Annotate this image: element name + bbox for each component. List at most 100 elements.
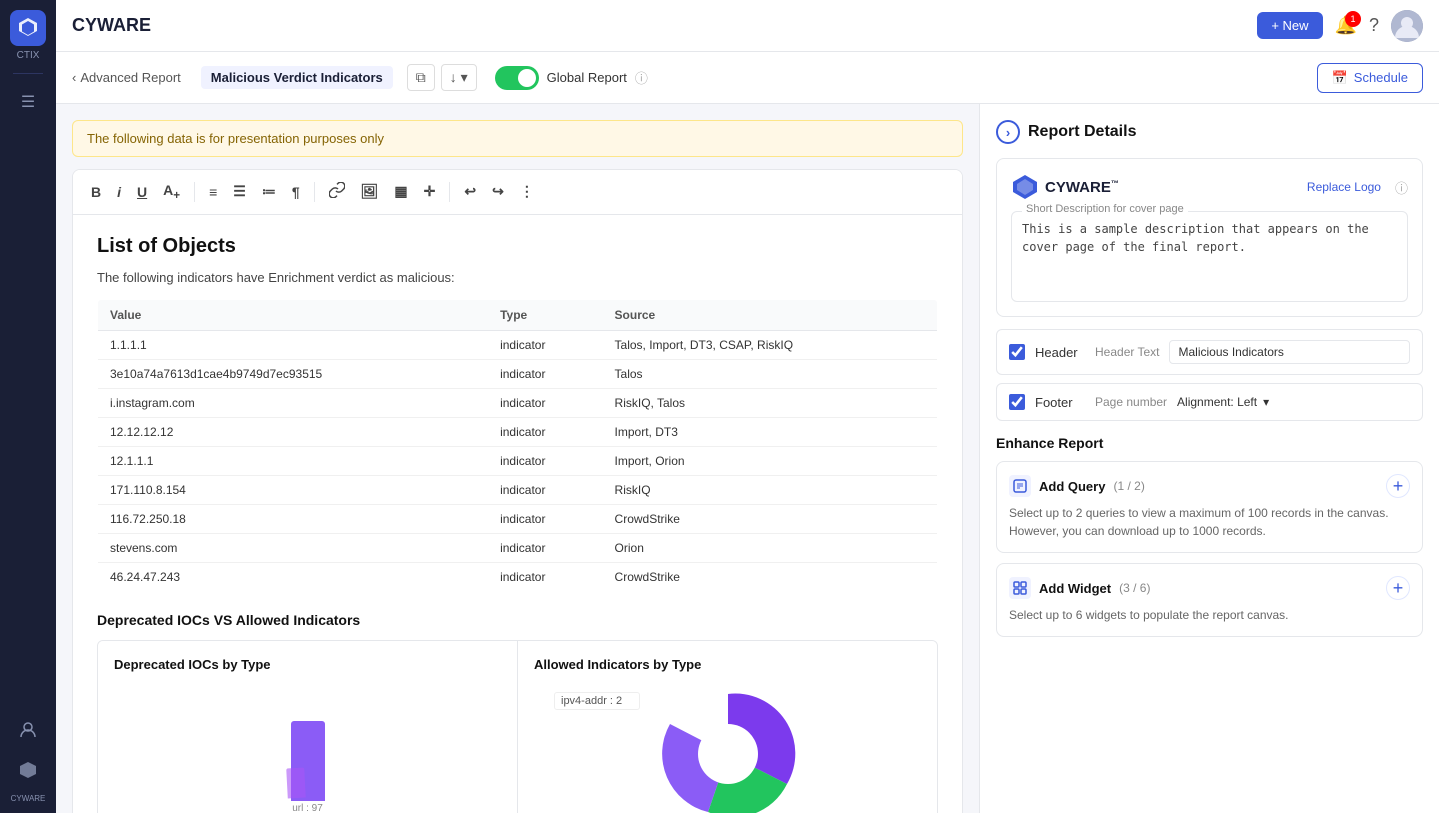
ctix-label: CTIX [17, 50, 40, 61]
add-query-title: Add Query (1 / 2) [1009, 475, 1145, 497]
editor-content: List of Objects The following indicators… [73, 215, 962, 813]
underline-button[interactable]: U [131, 180, 153, 204]
deprecated-chart-title: Deprecated IOCs by Type [114, 657, 501, 672]
canvas-area: The following data is for presentation p… [56, 104, 979, 813]
global-report-label: Global Report [547, 70, 627, 85]
enhance-title: Enhance Report [996, 435, 1423, 451]
description-field: Short Description for cover page [1011, 211, 1408, 302]
add-button[interactable]: ✛ [418, 179, 442, 204]
sidebar-cyware-label: CYWARE [11, 794, 46, 803]
table-row: i.instagram.comindicatorRiskIQ, Talos [98, 388, 938, 417]
desc-label: Short Description for cover page [1022, 203, 1188, 215]
notification-button[interactable]: 🔔 1 [1335, 15, 1357, 36]
info-icon[interactable]: ⓘ [635, 68, 648, 87]
table-row: 46.24.47.243indicatorCrowdStrike [98, 562, 938, 591]
notice-bar: The following data is for presentation p… [72, 120, 963, 157]
cell-type: indicator [488, 533, 602, 562]
paragraph-button[interactable]: ¶ [286, 180, 306, 204]
sidebar-logo-icon [17, 16, 39, 41]
table-row: 3e10a74a7613d1cae4b9749d7ec93515indicato… [98, 359, 938, 388]
widget-icon-box [1009, 577, 1031, 599]
table-row: 171.110.8.154indicatorRiskIQ [98, 475, 938, 504]
table-row: 12.1.1.1indicatorImport, Orion [98, 446, 938, 475]
cell-value: 1.1.1.1 [98, 330, 489, 359]
back-link[interactable]: ‹ Advanced Report [72, 70, 181, 85]
right-panel: › Report Details CYWARE™ Replace Logo [979, 104, 1439, 813]
toolbar-sep-3 [449, 182, 450, 202]
add-query-header: Add Query (1 / 2) + [1009, 474, 1410, 498]
global-report-toggle: Global Report ⓘ [495, 66, 648, 90]
replace-logo-link[interactable]: Replace Logo [1307, 180, 1381, 194]
sidebar-cyware-icon[interactable] [12, 754, 44, 786]
footer-alignment-value: Alignment: Left [1177, 395, 1257, 409]
cell-type: indicator [488, 388, 602, 417]
download-icon-button[interactable]: ↓ ▾ [441, 64, 477, 91]
allowed-indicators-chart: Allowed Indicators by Type [518, 641, 937, 813]
cyware-logo: CYWARE™ [1011, 173, 1119, 201]
logo-info-icon[interactable]: ⓘ [1395, 178, 1408, 197]
footer-alignment-dropdown[interactable]: Alignment: Left ▾ [1177, 395, 1269, 409]
table-header-row: Value Type Source [98, 299, 938, 330]
sidebar-logo[interactable] [10, 10, 46, 46]
add-widget-card: Add Widget (3 / 6) + Select up to 6 widg… [996, 563, 1423, 637]
cell-type: indicator [488, 359, 602, 388]
redo-button[interactable]: ↪ [486, 179, 510, 204]
description-textarea[interactable] [1022, 220, 1397, 290]
cell-value: stevens.com [98, 533, 489, 562]
editor-toolbar: B i U A+ ≡ ☰ ≔ ¶ 🖼 [73, 170, 962, 215]
add-query-desc: Select up to 2 queries to view a maximum… [1009, 504, 1410, 540]
more-button[interactable]: ⋮ [514, 179, 540, 204]
sidebar-menu-icon[interactable]: ☰ [12, 86, 44, 118]
table-body: 1.1.1.1indicatorTalos, Import, DT3, CSAP… [98, 330, 938, 591]
main-area: CYWARE + New 🔔 1 ? ‹ Advanced Report Mal… [56, 0, 1439, 813]
charts-row: Deprecated IOCs by Type url : 97 [97, 640, 938, 813]
footer-checkbox[interactable] [1009, 394, 1025, 410]
charts-section-heading: Deprecated IOCs VS Allowed Indicators [97, 612, 938, 628]
help-button[interactable]: ? [1369, 15, 1379, 36]
add-widget-button[interactable]: + [1386, 576, 1410, 600]
bold-button[interactable]: B [85, 180, 107, 204]
table-row: 12.12.12.12indicatorImport, DT3 [98, 417, 938, 446]
table-button[interactable]: ▦ [388, 179, 413, 204]
editor-card: B i U A+ ≡ ☰ ≔ ¶ 🖼 [72, 169, 963, 813]
list-button[interactable]: ≔ [256, 179, 282, 204]
add-widget-title: Add Widget (3 / 6) [1009, 577, 1150, 599]
notification-badge: 1 [1345, 11, 1361, 27]
report-details-title: Report Details [1028, 123, 1136, 141]
add-widget-header: Add Widget (3 / 6) + [1009, 576, 1410, 600]
donut-label-ipv4: ipv4-addr : 2 [561, 695, 622, 707]
sidebar: CTIX ☰ CYWARE [0, 0, 56, 813]
sidebar-user-icon[interactable] [12, 714, 44, 746]
schedule-button[interactable]: 📅 Schedule [1317, 63, 1423, 93]
image-button[interactable]: 🖼 [355, 179, 385, 204]
avatar[interactable] [1391, 10, 1423, 42]
cell-value: 46.24.47.243 [98, 562, 489, 591]
add-query-label: Add Query [1039, 479, 1105, 494]
cell-value: i.instagram.com [98, 388, 489, 417]
header-checkbox[interactable] [1009, 344, 1025, 360]
breadcrumb-actions: ⧉ ↓ ▾ [407, 64, 477, 91]
header-text-input[interactable] [1169, 340, 1410, 364]
align-center-button[interactable]: ☰ [227, 179, 252, 204]
logo-row: CYWARE™ Replace Logo ⓘ [1011, 173, 1408, 201]
cell-source: Orion [603, 533, 938, 562]
toolbar-sep-2 [314, 182, 315, 202]
align-left-button[interactable]: ≡ [203, 180, 223, 204]
copy-icon-button[interactable]: ⧉ [407, 64, 435, 91]
add-query-button[interactable]: + [1386, 474, 1410, 498]
col-value: Value [98, 299, 489, 330]
global-report-switch[interactable] [495, 66, 539, 90]
italic-button[interactable]: i [111, 180, 127, 204]
new-button[interactable]: + New [1257, 12, 1322, 39]
cell-type: indicator [488, 504, 602, 533]
chevron-left-icon: ‹ [72, 70, 76, 85]
undo-button[interactable]: ↩ [458, 179, 482, 204]
link-button[interactable] [323, 178, 351, 205]
add-widget-desc: Select up to 6 widgets to populate the r… [1009, 606, 1410, 624]
deprecated-chart-area: url : 97 [114, 684, 501, 813]
cell-source: RiskIQ, Talos [603, 388, 938, 417]
expand-button[interactable]: › [996, 120, 1020, 144]
report-details-header: › Report Details [996, 120, 1423, 144]
editor-title: List of Objects [97, 235, 938, 258]
text-size-button[interactable]: A+ [157, 178, 186, 206]
